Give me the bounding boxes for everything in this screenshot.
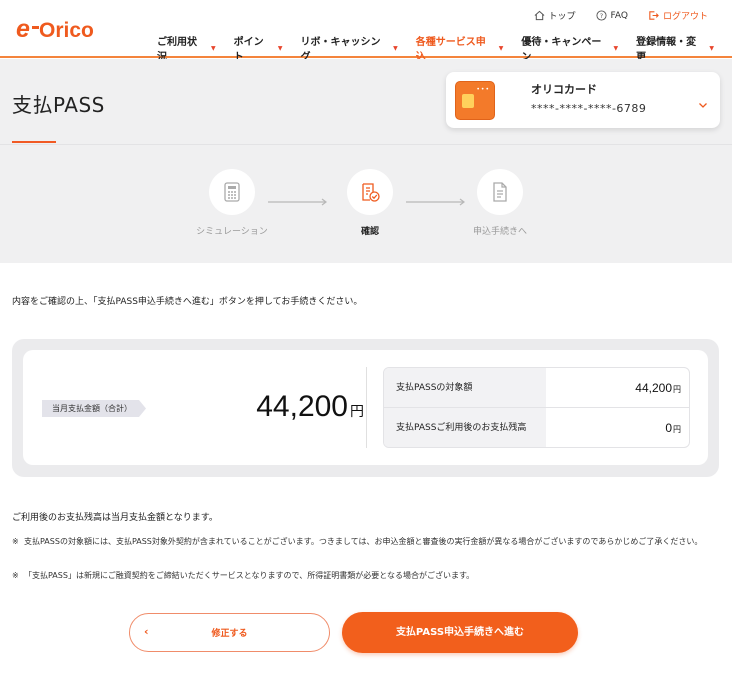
detail-value-unit: 円 [673, 425, 681, 434]
caret-down-icon: ▼ [393, 44, 398, 52]
card-name: オリコカード [531, 83, 597, 96]
detail-value-number: 0 [665, 421, 672, 435]
confirm-document-icon [347, 169, 393, 215]
credit-card-icon: ••• [455, 81, 495, 120]
disclaimer-note: ※ 支払PASSの対象額には、支払PASS対象外契約が含まれていることがございま… [12, 535, 722, 549]
orico-logo[interactable]: e Orico [16, 12, 108, 44]
util-faq-label: FAQ [610, 10, 628, 21]
table-row: 支払PASSの対象額 44,200円 [384, 368, 689, 408]
card-chip [462, 94, 474, 108]
edit-button-label: 修正する [211, 629, 248, 639]
detail-value-unit: 円 [673, 385, 681, 394]
site-header: e Orico トップ ? FAQ ログアウト ご利用状況 ▼ ポイント ▼ リボ・ [0, 0, 732, 68]
title-area: 支払PASS ••• オリコカード ****-****-****-6789 [0, 59, 732, 143]
caret-down-icon: ▼ [210, 44, 216, 52]
util-faq-link[interactable]: ? FAQ [596, 9, 628, 22]
monthly-total-amount: 44,200 円 [256, 390, 364, 424]
step-apply-label: 申込手続きへ [472, 227, 527, 237]
card-dots: ••• [476, 86, 490, 93]
detail-value: 0円 [665, 408, 681, 447]
band-divider [0, 144, 732, 145]
svg-text:?: ? [599, 12, 602, 20]
table-row: 支払PASSご利用後のお支払残高 0円 [384, 408, 689, 447]
document-icon [477, 169, 523, 215]
summary-panel: 当月支払金額（合計） 44,200 円 支払PASSの対象額 44,200円 支払… [12, 339, 719, 477]
chevron-down-icon [698, 94, 708, 113]
monthly-total-tag: 当月支払金額（合計） [42, 400, 146, 417]
util-logout-label: ログアウト [662, 12, 708, 22]
detail-value-number: 44,200 [635, 381, 672, 395]
detail-label: 支払PASSの対象額 [384, 368, 546, 407]
note-text: 「支払PASS」は新規にご融資契約をご締結いただくサービスとなりますので、所得証… [24, 571, 475, 580]
page-title: 支払PASS [12, 93, 105, 117]
note-text: 支払PASSの対象額には、支払PASS対象外契約が含まれていることがございます。… [24, 537, 703, 546]
svg-text:Orico: Orico [39, 19, 94, 42]
help-icon: ? [596, 10, 607, 21]
caret-down-icon: ▼ [277, 44, 283, 52]
intro-text: 内容をご確認の上、「支払PASS申込手続きへ進む」ボタンを押してお手続きください… [12, 297, 363, 307]
total-amount-value: 44,200 [256, 390, 348, 423]
total-amount-unit: 円 [350, 403, 364, 419]
proceed-application-button[interactable]: 支払PASS申込手続きへ進む [342, 612, 578, 653]
note-mark: ※ [12, 571, 19, 580]
caret-down-icon: ▼ [613, 44, 619, 52]
util-logout-link[interactable]: ログアウト [648, 9, 708, 22]
disclaimer-note: ※ 「支払PASS」は新規にご融資契約をご締結いただくサービスとなりますので、所… [12, 569, 722, 583]
calculator-icon [209, 169, 255, 215]
summary-card: 当月支払金額（合計） 44,200 円 支払PASSの対象額 44,200円 支払… [23, 350, 708, 465]
detail-label: 支払PASSご利用後のお支払残高 [384, 408, 546, 447]
title-band: 支払PASS ••• オリコカード ****-****-****-6789 シミ… [0, 59, 732, 263]
svg-text:e: e [16, 15, 30, 43]
logout-icon [648, 10, 659, 21]
utility-nav: トップ ? FAQ ログアウト [534, 9, 708, 22]
progress-steps: シミュレーション 確認 申込手続きへ [0, 169, 732, 249]
caret-down-icon: ▼ [498, 44, 504, 52]
note-mark: ※ [12, 537, 19, 546]
balance-note: ご利用後のお支払残高は当月支払金額となります。 [12, 513, 218, 523]
detail-value: 44,200円 [635, 368, 681, 407]
step-apply: 申込手続きへ [440, 169, 560, 237]
util-top-link[interactable]: トップ [534, 9, 576, 22]
caret-down-icon: ▼ [709, 44, 714, 52]
title-underline [12, 141, 56, 143]
edit-button[interactable]: ‹ 修正する [129, 613, 330, 652]
detail-table: 支払PASSの対象額 44,200円 支払PASSご利用後のお支払残高 0円 [383, 367, 690, 448]
card-number: ****-****-****-6789 [531, 102, 647, 115]
card-selector[interactable]: ••• オリコカード ****-****-****-6789 [446, 72, 720, 128]
summary-divider [366, 367, 367, 448]
step-simulation-label: シミュレーション [196, 227, 268, 237]
step-confirm-label: 確認 [360, 227, 379, 237]
home-icon [534, 10, 545, 21]
util-top-label: トップ [548, 12, 576, 22]
